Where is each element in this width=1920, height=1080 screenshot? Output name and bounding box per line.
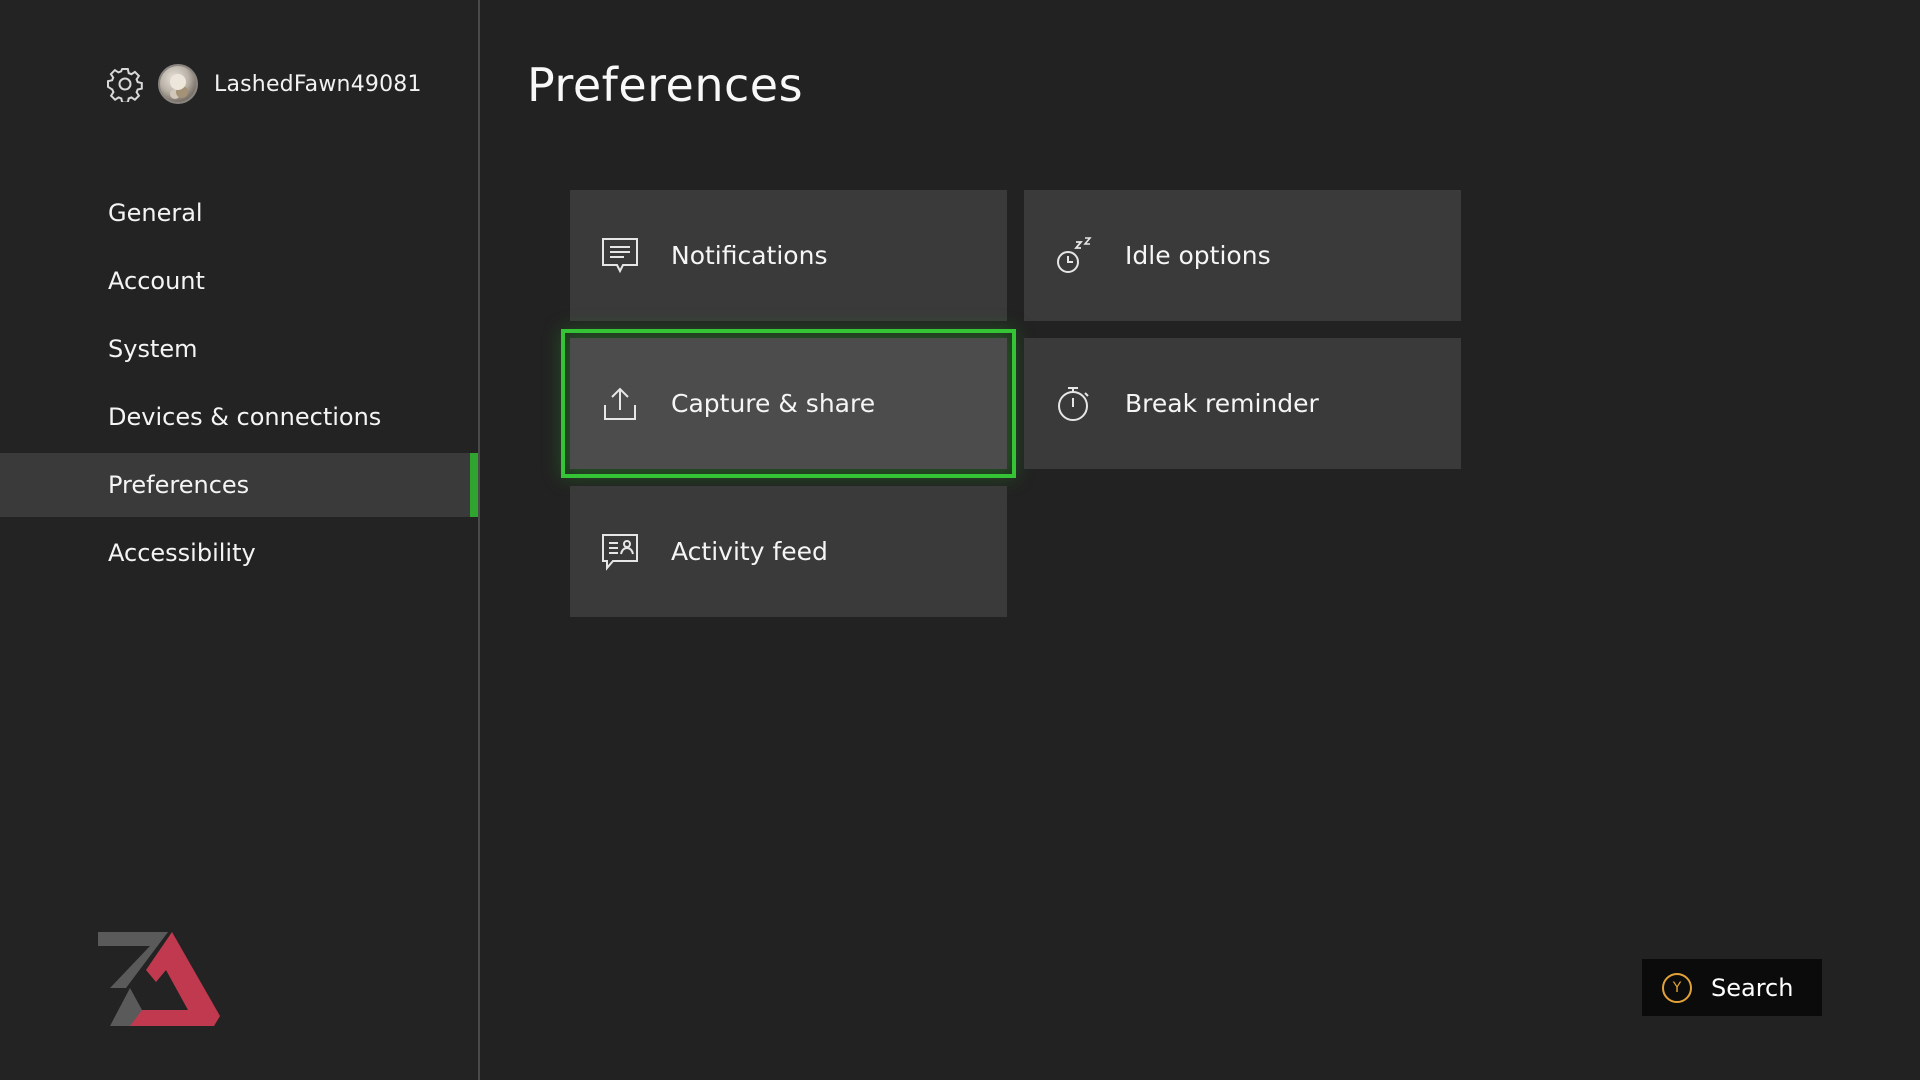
sidebar-item-account[interactable]: Account — [0, 249, 478, 313]
sidebar-item-label: System — [108, 335, 198, 363]
sidebar-item-label: General — [108, 199, 203, 227]
tile-label: Capture & share — [671, 389, 876, 418]
preferences-tiles: Notifications Idle options Capture & sha… — [561, 190, 1464, 620]
sidebar-item-system[interactable]: System — [0, 317, 478, 381]
sidebar-item-label: Account — [108, 267, 205, 295]
tile-activity-feed[interactable]: Activity feed — [570, 486, 1007, 617]
search-label: Search — [1711, 973, 1794, 1002]
stopwatch-icon — [1054, 384, 1094, 424]
avatar[interactable] — [158, 64, 198, 104]
tile-label: Break reminder — [1125, 389, 1319, 418]
tile-label: Idle options — [1125, 241, 1271, 270]
tile-label: Activity feed — [671, 537, 828, 566]
tile-notifications[interactable]: Notifications — [570, 190, 1007, 321]
tile-label: Notifications — [671, 241, 828, 270]
gamertag: LashedFawn49081 — [214, 71, 422, 97]
upload-icon — [600, 384, 640, 424]
profile-header: LashedFawn49081 — [106, 62, 422, 106]
tile-break-reminder[interactable]: Break reminder — [1024, 338, 1461, 469]
gear-icon — [106, 65, 144, 103]
settings-screen: LashedFawn49081 General Account System D… — [0, 0, 1920, 1080]
sidebar-item-label: Devices & connections — [108, 403, 382, 431]
message-icon — [600, 236, 640, 276]
sidebar: LashedFawn49081 General Account System D… — [0, 0, 480, 1080]
search-button[interactable]: Y Search — [1642, 959, 1822, 1016]
y-button-icon: Y — [1662, 972, 1692, 1003]
watermark-logo — [96, 930, 224, 1030]
page-title: Preferences — [527, 58, 804, 112]
sidebar-item-preferences[interactable]: Preferences — [0, 453, 478, 517]
tile-capture-share[interactable]: Capture & share — [561, 329, 1016, 478]
sidebar-nav: General Account System Devices & connect… — [0, 181, 478, 589]
tile-idle-options[interactable]: Idle options — [1024, 190, 1461, 321]
activity-feed-icon — [600, 532, 640, 572]
sidebar-item-label: Preferences — [108, 471, 250, 499]
idle-timer-icon — [1054, 236, 1094, 276]
sidebar-item-devices-connections[interactable]: Devices & connections — [0, 385, 478, 449]
sidebar-item-accessibility[interactable]: Accessibility — [0, 521, 478, 585]
sidebar-item-general[interactable]: General — [0, 181, 478, 245]
sidebar-item-label: Accessibility — [108, 539, 256, 567]
